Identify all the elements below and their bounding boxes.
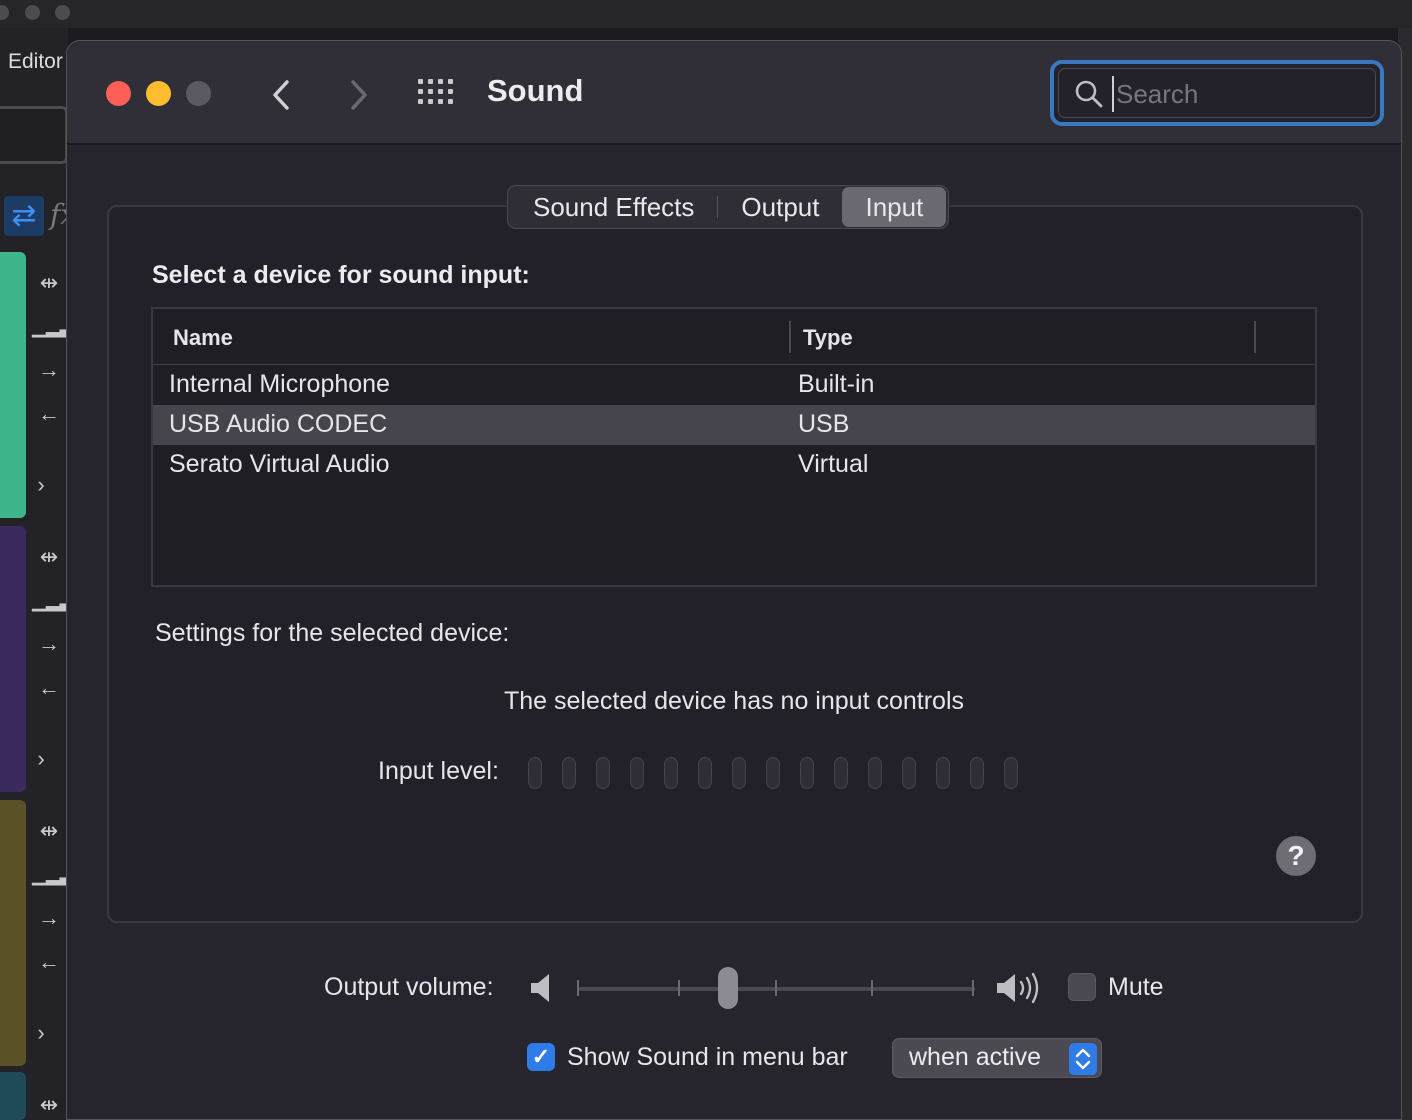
input-level-segment xyxy=(732,757,746,789)
device-name: Serato Virtual Audio xyxy=(169,450,390,478)
input-level-segment xyxy=(630,757,644,789)
device-name: USB Audio CODEC xyxy=(169,410,388,438)
background-zoom-dot xyxy=(55,5,70,20)
chevron-right-icon[interactable]: › xyxy=(26,1020,56,1046)
table-row-selected[interactable]: USB Audio CODEC USB xyxy=(153,405,1315,445)
track-color-strip[interactable] xyxy=(0,800,26,1066)
slider-tick xyxy=(871,980,873,996)
output-volume-slider-thumb[interactable] xyxy=(718,967,739,1009)
search-field[interactable] xyxy=(1050,60,1384,126)
table-row[interactable]: Serato Virtual Audio Virtual xyxy=(153,445,1315,485)
input-level-segment xyxy=(868,757,882,789)
background-editor-label: Editor xyxy=(8,50,63,73)
close-window-button[interactable] xyxy=(106,81,131,106)
input-level-segment xyxy=(698,757,712,789)
background-minimize-dot xyxy=(25,5,40,20)
column-header-name[interactable]: Name xyxy=(173,325,233,351)
zoom-window-button xyxy=(186,81,211,106)
search-input[interactable] xyxy=(1112,76,1362,112)
window-toolbar: Sound xyxy=(67,41,1401,145)
input-level-segment xyxy=(902,757,916,789)
input-level-segment xyxy=(1004,757,1018,789)
waveform-icon[interactable]: ⇹ xyxy=(32,270,66,296)
signal-bars-icon[interactable]: ▁▂▃▅▇ xyxy=(32,862,101,888)
slider-tick xyxy=(972,980,974,996)
show-in-menu-bar-checkbox[interactable]: ✓ xyxy=(527,1043,555,1071)
mute-label: Mute xyxy=(1108,973,1164,1001)
device-name: Internal Microphone xyxy=(169,370,390,398)
back-chevron-icon[interactable] xyxy=(263,75,303,115)
input-level-segment xyxy=(970,757,984,789)
menu-bar-mode-value: when active xyxy=(909,1043,1042,1071)
waveform-icon[interactable]: ⇹ xyxy=(32,544,66,570)
device-select-heading: Select a device for sound input: xyxy=(152,261,530,289)
sound-preferences-window: Sound Sound Effects Output Input Select … xyxy=(66,40,1402,1120)
arrow-left-icon[interactable]: ← xyxy=(32,675,66,701)
arrow-right-icon[interactable]: → xyxy=(32,357,66,383)
device-settings-label: Settings for the selected device: xyxy=(155,619,510,647)
input-level-segment xyxy=(936,757,950,789)
tab-input[interactable]: Input xyxy=(842,187,947,227)
track-color-strip[interactable] xyxy=(0,1072,26,1120)
device-type: Virtual xyxy=(798,450,869,478)
menu-bar-mode-popup[interactable]: when active xyxy=(892,1038,1102,1078)
device-type: Built-in xyxy=(798,370,875,398)
arrow-right-icon[interactable]: → xyxy=(32,631,66,657)
input-device-table: Name Type Internal Microphone Built-in U… xyxy=(151,307,1317,587)
help-button[interactable]: ? xyxy=(1276,836,1316,876)
minimize-window-button[interactable] xyxy=(146,81,171,106)
signal-bars-icon[interactable]: ▁▂▃▅▇ xyxy=(32,314,101,340)
speaker-low-icon[interactable] xyxy=(529,971,555,1005)
track-color-strip[interactable] xyxy=(0,252,26,518)
arrow-left-icon[interactable]: ← xyxy=(32,949,66,975)
tab-output[interactable]: Output xyxy=(718,187,842,227)
input-level-segment xyxy=(766,757,780,789)
column-separator[interactable] xyxy=(1254,321,1256,353)
input-level-segment xyxy=(596,757,610,789)
tab-sound-effects[interactable]: Sound Effects xyxy=(510,187,717,227)
signal-bars-icon[interactable]: ▁▂▃▅▇ xyxy=(32,588,101,614)
input-level-segment xyxy=(664,757,678,789)
no-input-controls-message: The selected device has no input control… xyxy=(504,687,964,715)
input-level-segment xyxy=(562,757,576,789)
slider-tick xyxy=(775,980,777,996)
slider-tick xyxy=(678,980,680,996)
waveform-icon[interactable]: ⇹ xyxy=(32,1092,66,1118)
background-close-dot xyxy=(0,5,9,20)
column-header-type[interactable]: Type xyxy=(803,325,853,351)
mute-checkbox[interactable] xyxy=(1068,973,1096,1001)
show-all-grid-icon[interactable] xyxy=(418,79,456,107)
waveform-icon[interactable]: ⇹ xyxy=(32,818,66,844)
input-level-segment xyxy=(800,757,814,789)
arrow-left-icon[interactable]: ← xyxy=(32,401,66,427)
window-title: Sound xyxy=(487,73,584,108)
input-level-label: Input level: xyxy=(378,757,499,785)
speaker-high-icon[interactable] xyxy=(995,971,1043,1005)
track-color-strip[interactable] xyxy=(0,526,26,792)
search-icon xyxy=(1075,80,1103,108)
arrow-right-icon[interactable]: → xyxy=(32,905,66,931)
table-row[interactable]: Internal Microphone Built-in xyxy=(153,365,1315,405)
show-in-menu-bar-label: Show Sound in menu bar xyxy=(567,1043,848,1071)
column-separator[interactable] xyxy=(789,321,791,353)
chevron-right-icon[interactable]: › xyxy=(26,472,56,498)
background-titlebar xyxy=(0,0,1412,28)
chevron-right-icon[interactable]: › xyxy=(26,746,56,772)
up-down-arrows-icon xyxy=(1069,1043,1097,1075)
device-type: USB xyxy=(798,410,850,438)
background-field[interactable] xyxy=(0,106,68,164)
table-header: Name Type xyxy=(153,309,1315,365)
forward-chevron-icon[interactable] xyxy=(337,75,377,115)
input-level-segment xyxy=(834,757,848,789)
slider-tick xyxy=(577,980,579,996)
tab-bar: Sound Effects Output Input xyxy=(507,185,950,229)
input-level-segment xyxy=(528,757,542,789)
output-volume-label: Output volume: xyxy=(324,973,494,1001)
swap-arrows-icon[interactable]: ⇄ xyxy=(4,196,44,236)
